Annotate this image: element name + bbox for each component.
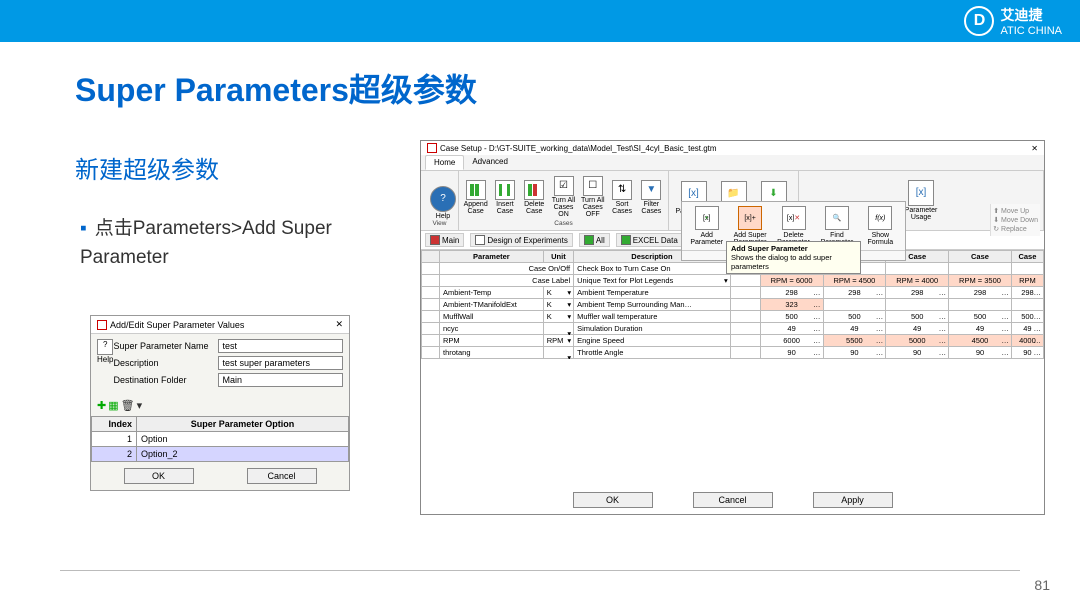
logo-cn: 艾迪捷	[1000, 5, 1062, 25]
logo: D 艾迪捷 ATIC CHINA	[964, 5, 1062, 37]
table-row: 2 Option_2	[92, 447, 349, 462]
find-parameter-button[interactable]: 🔍Find Parameter	[816, 206, 857, 246]
add-super-param-dialog: Add/Edit Super Parameter Values ✕ ? Help…	[90, 315, 350, 491]
filter-cases-button[interactable]: ▼Filter Cases	[639, 180, 664, 215]
subtab-main[interactable]: Main	[425, 233, 464, 247]
add-icon: ✚	[97, 399, 106, 412]
page-number: 81	[1034, 577, 1050, 593]
col-option: Super Parameter Option	[137, 417, 349, 432]
app-icon	[97, 320, 107, 330]
show-formula-button[interactable]: f(x)Show Formula	[860, 206, 901, 246]
move-up-button[interactable]: ⬆ Move Up	[993, 207, 1038, 215]
append-case-button[interactable]: Append Case	[463, 180, 488, 215]
slide-title: Super Parameters超级参数	[75, 65, 477, 111]
window-title: Case Setup - D:\GT-SUITE_working_data\Mo…	[440, 144, 717, 153]
close-icon[interactable]: ✕	[335, 319, 343, 330]
insert-case-button[interactable]: Insert Case	[492, 180, 517, 215]
case-setup-window: Case Setup - D:\GT-SUITE_working_data\Mo…	[420, 140, 1045, 515]
col-index: Index	[92, 417, 137, 432]
subtab-doe[interactable]: Design of Experiments	[470, 233, 572, 247]
param-usage-button[interactable]: [x]Parameter Usage	[903, 180, 939, 221]
tooltip: Add Super Parameter Shows the dialog to …	[726, 241, 861, 274]
delete-icon: 🗑	[121, 399, 135, 412]
ok-button[interactable]: OK	[124, 468, 194, 484]
cancel-button[interactable]: Cancel	[693, 492, 773, 508]
view-label: View	[425, 220, 454, 227]
name-label: Super Parameter Name	[113, 341, 218, 351]
dialog-toolbar[interactable]: ✚ ▦ 🗑 ▾	[91, 395, 349, 416]
dialog-title: Add/Edit Super Parameter Values	[110, 320, 244, 330]
close-icon[interactable]: ✕	[1031, 144, 1038, 153]
folder-input[interactable]	[218, 373, 343, 387]
replace-button[interactable]: ↻ Replace	[993, 225, 1038, 233]
tab-home[interactable]: Home	[425, 155, 464, 170]
help-button[interactable]: ?Help	[425, 186, 461, 220]
window-titlebar: Case Setup - D:\GT-SUITE_working_data\Mo…	[421, 141, 1044, 155]
dropdown-icon: ▾	[137, 399, 143, 412]
slide-header: D 艾迪捷 ATIC CHINA	[0, 0, 1080, 42]
tab-advanced[interactable]: Advanced	[464, 155, 516, 170]
slide-subtitle: 新建超级参数	[75, 150, 219, 185]
desc-input[interactable]	[218, 356, 343, 370]
add-parameter-button[interactable]: [x]+Add Parameter	[686, 206, 727, 246]
table-row: 1 Option	[92, 432, 349, 447]
ok-button[interactable]: OK	[573, 492, 653, 508]
move-down-button[interactable]: ⬇ Move Down	[993, 216, 1038, 224]
apply-button[interactable]: Apply	[813, 492, 893, 508]
subtab-all[interactable]: All	[579, 233, 610, 247]
options-table[interactable]: Index Super Parameter Option 1 Option 2 …	[91, 416, 349, 462]
instruction-bullet: 点击Parameters>Add Super Parameter	[80, 215, 400, 272]
app-icon	[427, 143, 437, 153]
add-super-parameter-button[interactable]: [x]+Add Super Parameter	[729, 206, 770, 246]
grid-icon: ▦	[108, 399, 118, 412]
logo-mark: D	[964, 6, 994, 36]
subtab-excel[interactable]: EXCEL Data	[616, 233, 683, 247]
turn-all-on-button[interactable]: ☑Turn All Cases ON	[551, 176, 576, 218]
folder-label: Destination Folder	[113, 375, 218, 385]
sort-cases-button[interactable]: ⇅Sort Cases	[609, 180, 634, 215]
desc-label: Description	[113, 358, 218, 368]
footer-divider	[60, 570, 1020, 571]
delete-parameter-button[interactable]: [x]✕Delete Parameter	[773, 206, 814, 246]
logo-en: ATIC CHINA	[1000, 25, 1062, 37]
name-input[interactable]	[218, 339, 343, 353]
turn-all-off-button[interactable]: ☐Turn All Cases OFF	[580, 176, 605, 218]
side-actions: ⬆ Move Up ⬇ Move Down ↻ Replace	[990, 204, 1040, 236]
cancel-button[interactable]: Cancel	[247, 468, 317, 484]
dialog-titlebar: Add/Edit Super Parameter Values ✕	[91, 316, 349, 334]
delete-case-button[interactable]: Delete Case	[522, 180, 547, 215]
help-button[interactable]: ? Help	[97, 339, 113, 390]
